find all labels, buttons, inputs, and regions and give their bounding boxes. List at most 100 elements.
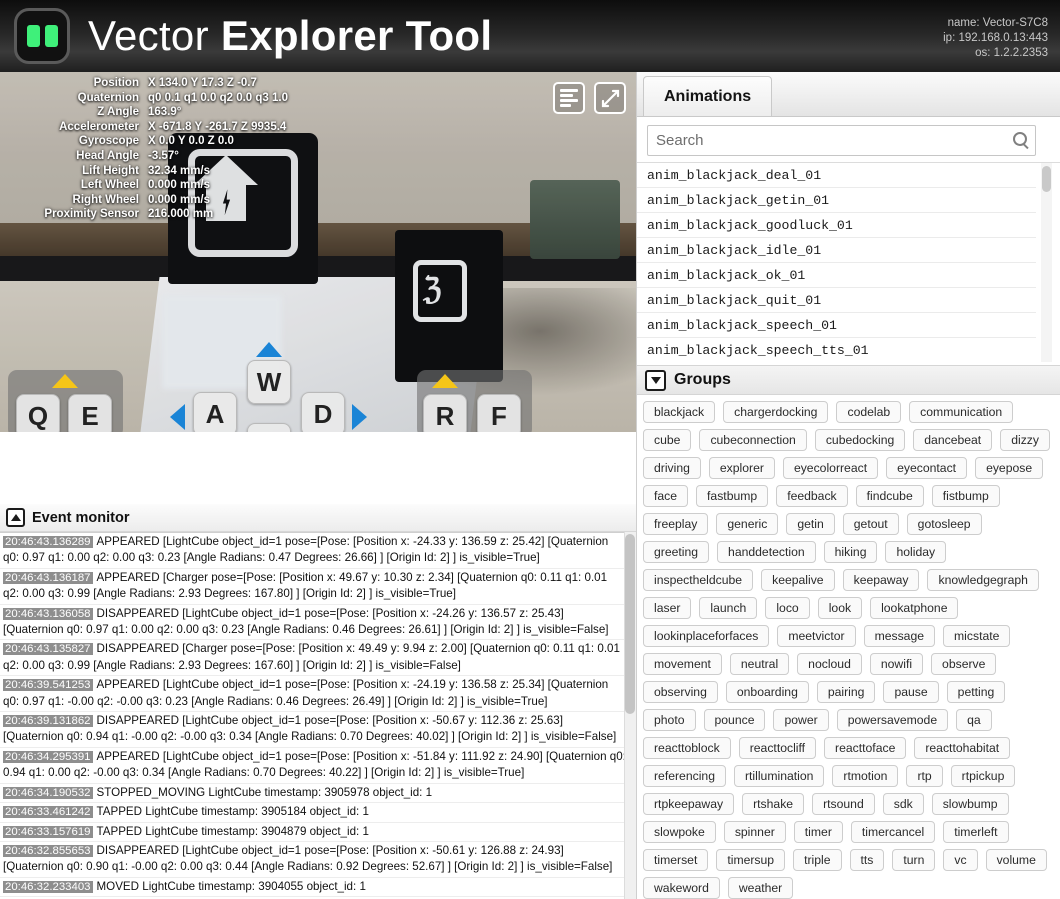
animation-list-item[interactable]: anim_blackjack_quit_01 — [637, 288, 1036, 313]
group-tag[interactable]: cube — [643, 429, 692, 451]
group-tag[interactable]: slowpoke — [643, 821, 716, 843]
animation-list-item[interactable]: anim_blackjack_deal_01 — [637, 163, 1036, 188]
group-tag[interactable]: timerset — [643, 849, 709, 871]
animation-list-item[interactable]: anim_blackjack_goodluck_01 — [637, 213, 1036, 238]
group-tag[interactable]: nocloud — [797, 653, 862, 675]
text-overlay-toggle-icon[interactable] — [553, 82, 585, 114]
key-q[interactable]: Q — [16, 394, 60, 432]
search-input[interactable] — [647, 125, 1036, 156]
group-tag[interactable]: volume — [985, 849, 1047, 871]
group-tag[interactable]: codelab — [836, 401, 902, 423]
group-tag[interactable]: reacttoblock — [643, 737, 731, 759]
group-tag[interactable]: handdetection — [717, 541, 816, 563]
animation-list-item[interactable]: anim_blackjack_getin_01 — [637, 188, 1036, 213]
group-tag[interactable]: petting — [946, 681, 1006, 703]
group-tag[interactable]: timercancel — [850, 821, 936, 843]
group-tag[interactable]: generic — [716, 513, 779, 535]
group-tag[interactable]: eyepose — [975, 457, 1044, 479]
group-tag[interactable]: turn — [892, 849, 936, 871]
collapse-down-icon[interactable] — [645, 369, 666, 391]
group-tag[interactable]: keepalive — [761, 569, 835, 591]
animation-list-item[interactable]: anim_blackjack_speech_01 — [637, 313, 1036, 338]
group-tag[interactable]: timer — [793, 821, 843, 843]
group-tag[interactable]: face — [643, 485, 689, 507]
group-tag[interactable]: getin — [786, 513, 835, 535]
group-tag[interactable]: triple — [793, 849, 842, 871]
group-tag[interactable]: nowifi — [869, 653, 924, 675]
animations-scroll-thumb[interactable] — [1042, 166, 1051, 192]
group-tag[interactable]: tts — [849, 849, 885, 871]
collapse-up-icon[interactable] — [6, 508, 25, 527]
group-tag[interactable]: blackjack — [643, 401, 716, 423]
event-log-list[interactable]: 20:46:43.136289 APPEARED [LightCube objec… — [0, 532, 636, 899]
group-tag[interactable]: hiking — [823, 541, 878, 563]
camera-feed-panel[interactable]: ℨ Position X 134.0 Y 17.3 Z -0.7 Quatern… — [0, 72, 636, 432]
group-tag[interactable]: dizzy — [1000, 429, 1050, 451]
group-tag[interactable]: reacttoface — [824, 737, 907, 759]
group-tag[interactable]: eyecolorreact — [782, 457, 879, 479]
key-e[interactable]: E — [68, 394, 112, 432]
group-tag[interactable]: greeting — [643, 541, 710, 563]
group-tag[interactable]: timerleft — [943, 821, 1009, 843]
event-log-scroll-thumb[interactable] — [625, 534, 635, 714]
animations-list[interactable]: anim_blackjack_deal_01 anim_blackjack_get… — [637, 162, 1060, 362]
group-tag[interactable]: rtmotion — [832, 765, 899, 787]
group-tag[interactable]: spinner — [723, 821, 786, 843]
group-tag[interactable]: qa — [956, 709, 992, 731]
group-tag[interactable]: photo — [643, 709, 696, 731]
group-tag[interactable]: gotosleep — [906, 513, 982, 535]
group-tag[interactable]: rtshake — [742, 793, 805, 815]
animation-list-item[interactable]: anim_blackjack_idle_01 — [637, 238, 1036, 263]
animation-list-item[interactable]: anim_blackjack_speech_tts_01 — [637, 338, 1036, 362]
group-tag[interactable]: look — [817, 597, 863, 619]
group-tag[interactable]: rtillumination — [733, 765, 825, 787]
group-tag[interactable]: keepaway — [842, 569, 920, 591]
group-tag[interactable]: sdk — [882, 793, 924, 815]
group-tag[interactable]: pause — [883, 681, 939, 703]
group-tag[interactable]: knowledgegraph — [927, 569, 1039, 591]
group-tag[interactable]: rtpickup — [950, 765, 1016, 787]
group-tag[interactable]: message — [863, 625, 936, 647]
group-tag[interactable]: fistbump — [931, 485, 1000, 507]
group-tag[interactable]: chargerdocking — [723, 401, 829, 423]
group-tag[interactable]: wakeword — [643, 877, 720, 899]
group-tag[interactable]: movement — [643, 653, 722, 675]
group-tag[interactable]: launch — [699, 597, 758, 619]
key-d[interactable]: D — [301, 392, 345, 432]
group-tag[interactable]: slowbump — [931, 793, 1009, 815]
group-tag[interactable]: reacttocliff — [738, 737, 817, 759]
group-tag[interactable]: observe — [931, 653, 997, 675]
group-tag[interactable]: explorer — [708, 457, 775, 479]
group-tag[interactable]: powersavemode — [836, 709, 949, 731]
group-tag[interactable]: findcube — [855, 485, 924, 507]
event-log-scrollbar[interactable] — [624, 532, 636, 899]
group-tag[interactable]: feedback — [776, 485, 848, 507]
group-tag[interactable]: weather — [727, 877, 794, 899]
group-tag[interactable]: meetvictor — [777, 625, 856, 647]
group-tag[interactable]: vc — [943, 849, 978, 871]
group-tag[interactable]: onboarding — [725, 681, 809, 703]
group-tag[interactable]: neutral — [729, 653, 790, 675]
group-tag[interactable]: inspectheldcube — [643, 569, 754, 591]
group-tag[interactable]: pounce — [703, 709, 766, 731]
group-tag[interactable]: pairing — [816, 681, 876, 703]
fullscreen-expand-icon[interactable] — [594, 82, 626, 114]
group-tag[interactable]: holiday — [885, 541, 947, 563]
group-tag[interactable]: cubeconnection — [699, 429, 807, 451]
group-tag[interactable]: rtp — [906, 765, 943, 787]
group-tag[interactable]: timersup — [716, 849, 786, 871]
group-tag[interactable]: micstate — [943, 625, 1011, 647]
group-tag[interactable]: cubedocking — [814, 429, 906, 451]
group-tag[interactable]: rtpkeepaway — [643, 793, 735, 815]
tab-animations[interactable]: Animations — [643, 76, 773, 116]
key-s[interactable]: S — [247, 423, 291, 432]
group-tag[interactable]: getout — [842, 513, 899, 535]
group-tag[interactable]: lookatphone — [870, 597, 959, 619]
group-tag[interactable]: laser — [643, 597, 692, 619]
key-a[interactable]: A — [193, 392, 237, 432]
animations-scrollbar[interactable] — [1041, 163, 1052, 362]
group-tag[interactable]: referencing — [643, 765, 726, 787]
group-tag[interactable]: freeplay — [643, 513, 709, 535]
group-tag[interactable]: loco — [765, 597, 810, 619]
group-tag[interactable]: dancebeat — [913, 429, 993, 451]
